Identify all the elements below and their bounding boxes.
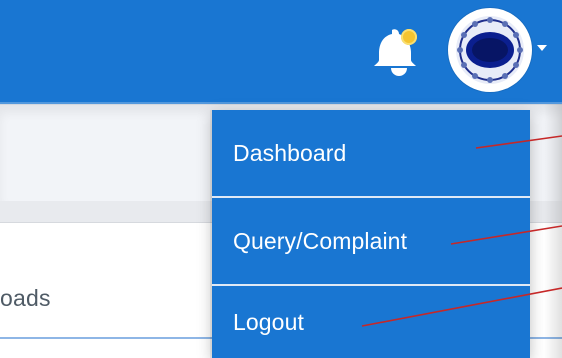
user-dropdown-menu: Dashboard Query/Complaint Logout [212, 110, 530, 358]
avatar[interactable] [448, 8, 532, 92]
caret-down-icon [537, 45, 547, 51]
bell-icon [366, 18, 430, 82]
menu-item-label: Dashboard [233, 139, 347, 166]
menu-item-dashboard[interactable]: Dashboard [212, 110, 530, 198]
notification-badge-dot [401, 29, 417, 45]
menu-item-logout[interactable]: Logout [212, 286, 530, 358]
menu-item-query-complaint[interactable]: Query/Complaint [212, 198, 530, 286]
screenshot-frame: oads Dashboard Query/Complaint Logout [0, 0, 562, 358]
partial-tab-label: oads [0, 285, 51, 311]
menu-item-label: Logout [233, 308, 304, 335]
notification-bell-button[interactable] [366, 18, 430, 82]
right-edge-shadow [544, 104, 562, 358]
user-avatar-emblem [450, 10, 530, 90]
user-menu-trigger[interactable] [448, 8, 547, 94]
top-app-bar [0, 0, 562, 104]
menu-item-label: Query/Complaint [233, 227, 408, 254]
